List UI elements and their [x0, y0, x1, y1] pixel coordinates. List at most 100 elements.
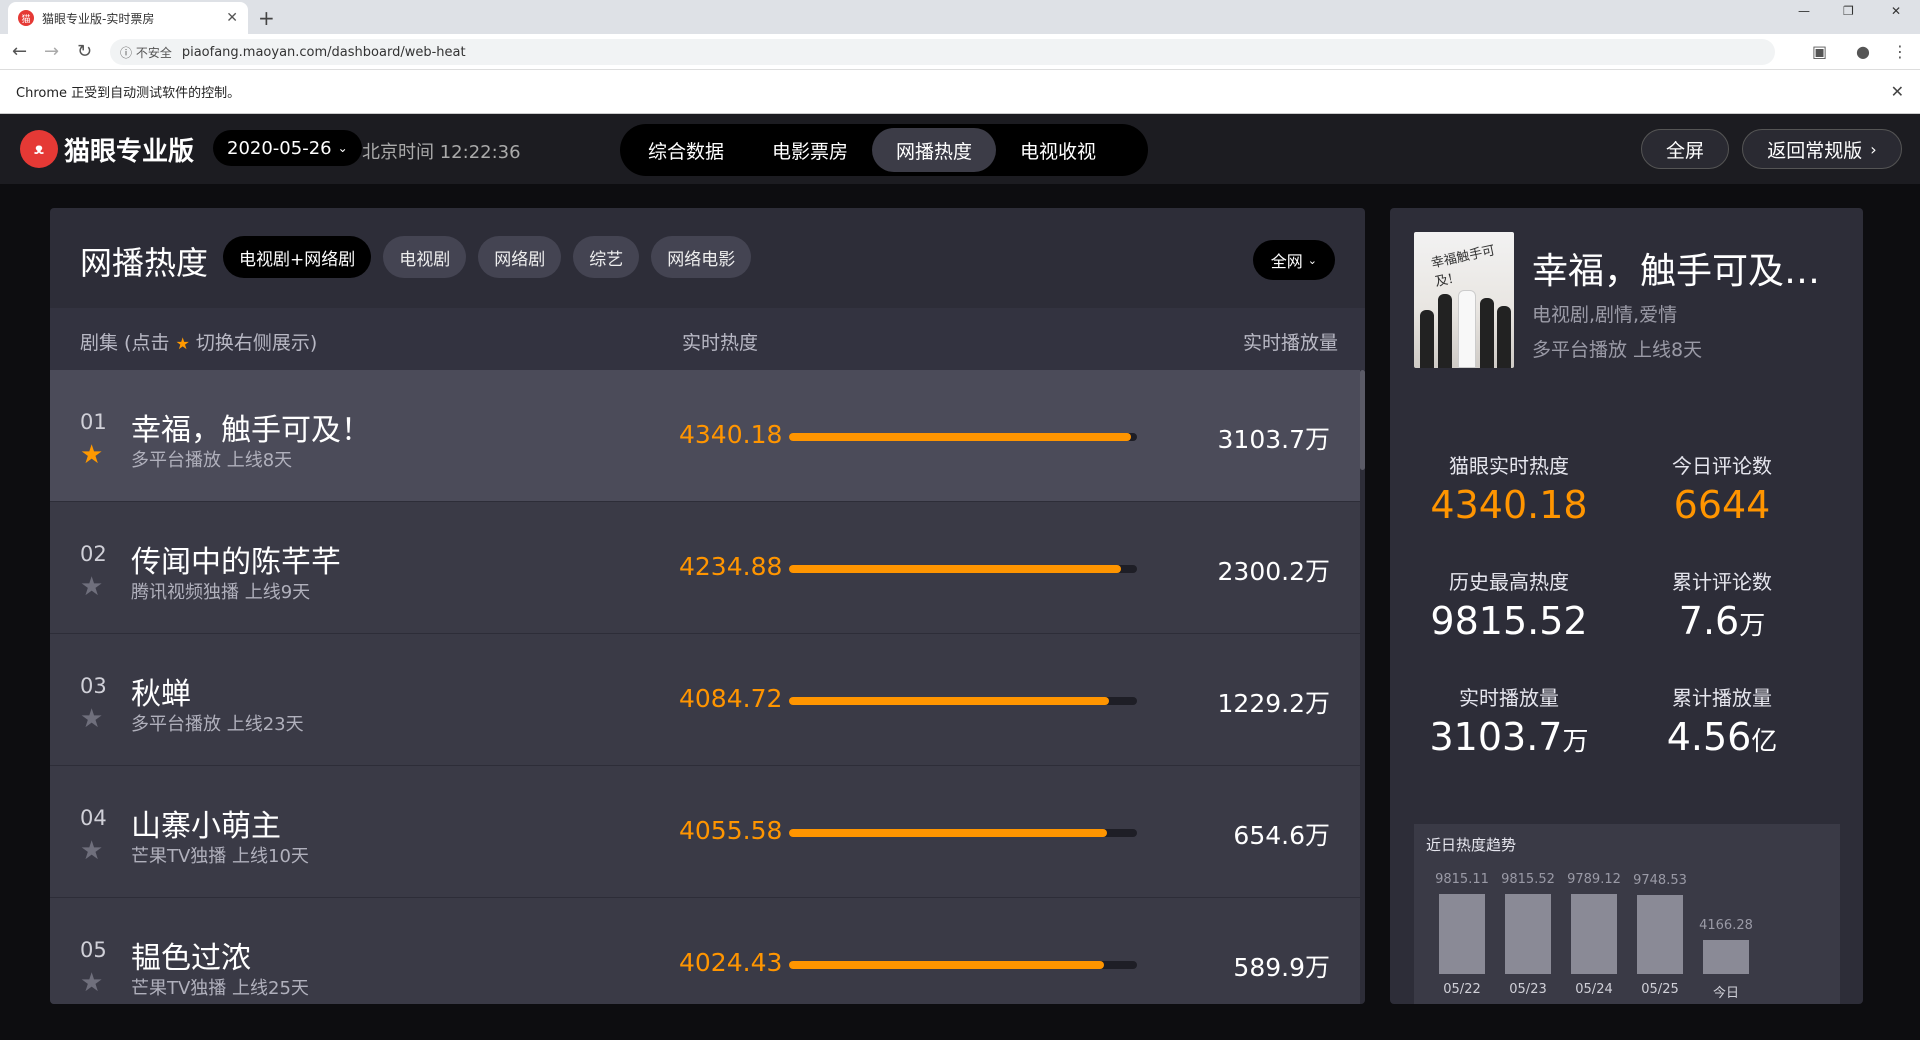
filter-web-movie[interactable]: 网络电影 [651, 236, 752, 278]
address-bar: ← → ↻ ⓘ 不安全 piaofang.maoyan.com/dashboar… [0, 34, 1920, 128]
col-series: 剧集 (点击 ★ 切换右侧展示) [80, 332, 318, 354]
star-icon[interactable]: ★ [80, 836, 103, 866]
trend-bar [1439, 894, 1485, 974]
detail-panel: 幸福触手可及! 幸福，触手可及… 电视剧,剧情,爱情 多平台播放 上线8天 猫眼… [1390, 208, 1863, 1004]
infobar-close-icon[interactable]: ✕ [1891, 82, 1904, 101]
plays-value: 2300.2万 [1217, 557, 1330, 586]
heat-bar-fill [789, 961, 1105, 969]
stat-today-comments: 今日评论数 6644 [1607, 450, 1837, 527]
trend-date-label: 05/22 [1443, 982, 1481, 997]
col-plays: 实时播放量 [1242, 332, 1338, 354]
minimize-icon[interactable]: — [1798, 4, 1810, 18]
stat-label: 今日评论数 [1672, 454, 1772, 478]
trend-date-label: 今日 [1712, 986, 1739, 1001]
logo-text: 猫眼专业版 [64, 136, 195, 167]
series-sub: 多平台播放 上线23天 [131, 714, 304, 735]
trend-bar [1571, 894, 1617, 974]
list-item[interactable]: 03 ★ 秋蝉 多平台播放 上线23天 4084.72 1229.2万 [50, 634, 1360, 766]
forward-icon[interactable]: → [44, 41, 59, 62]
date-picker[interactable]: 2020-05-26 ⌄ [213, 130, 362, 166]
tab-web-heat[interactable]: 网播热度 [872, 128, 997, 172]
restore-icon[interactable]: ❐ [1843, 4, 1854, 18]
list-scrollbar[interactable] [1360, 370, 1365, 470]
tab-close-icon[interactable]: ✕ [226, 10, 238, 26]
plays-value: 589.9万 [1233, 953, 1330, 982]
series-name: 传闻中的陈芊芊 [131, 545, 341, 580]
filter-tv-and-web[interactable]: 电视剧+网络剧 [223, 236, 372, 278]
chevron-down-icon: ⌄ [337, 141, 348, 155]
new-tab-icon[interactable]: + [258, 6, 275, 30]
stat-label: 累计播放量 [1672, 686, 1772, 710]
trend-bar [1505, 894, 1551, 974]
star-icon[interactable]: ★ [80, 968, 103, 998]
profile-icon[interactable]: ● [1856, 42, 1870, 61]
stat-value: 4.56亿 [1666, 715, 1778, 759]
plays-value: 654.6万 [1233, 821, 1330, 850]
rank: 01 [80, 410, 107, 434]
scope-dropdown[interactable]: 全网 ⌄ [1252, 240, 1335, 280]
tab-title: 猫眼专业版-实时票房 [42, 11, 155, 26]
heat-bar [789, 565, 1137, 573]
filter-tv[interactable]: 电视剧 [383, 236, 467, 278]
rank: 03 [80, 674, 107, 698]
detail-genre: 电视剧,剧情,爱情 [1532, 304, 1678, 326]
stat-value: 7.6万 [1678, 599, 1766, 643]
plays-value: 1229.2万 [1217, 689, 1330, 718]
heat-trend-chart: 近日热度趋势 9815.11 05/22 9815.52 05/23 9789.12 05… [1414, 824, 1840, 1004]
series-sub: 多平台播放 上线8天 [131, 450, 293, 471]
trend-value-label: 9815.52 [1501, 872, 1555, 887]
list-item[interactable]: 02 ★ 传闻中的陈芊芊 腾讯视频独播 上线9天 4234.88 2300.2万 [50, 502, 1360, 634]
series-sub: 腾讯视频独播 上线9天 [131, 582, 311, 603]
back-icon[interactable]: ← [12, 41, 27, 62]
stat-realtime-plays: 实时播放量 3103.7万 [1394, 682, 1624, 759]
logo[interactable]: ᴥ 猫眼专业版 [20, 130, 194, 168]
list-item[interactable]: 05 ★ 韫色过浓 芒果TV独播 上线25天 4024.43 589.9万 [50, 898, 1360, 1004]
list-item[interactable]: 04 ★ 山寨小萌主 芒果TV独播 上线10天 4055.58 654.6万 [50, 766, 1360, 898]
tab-overview[interactable]: 综合数据 [624, 128, 748, 172]
stat-total-comments: 累计评论数 7.6万 [1607, 566, 1837, 643]
url-field[interactable]: ⓘ 不安全 piaofang.maoyan.com/dashboard/web-… [110, 39, 1775, 128]
filter-variety[interactable]: 综艺 [573, 236, 640, 278]
scope-value: 全网 [1270, 252, 1303, 271]
trend-bar-group: 4166.28 今日 [1696, 824, 1756, 1004]
menu-kebab-icon[interactable]: ⋮ [1892, 42, 1908, 61]
fullscreen-label: 全屏 [1665, 139, 1704, 162]
star-icon: ★ [175, 334, 190, 353]
series-name: 幸福，触手可及！ [131, 413, 371, 448]
window-close-icon[interactable]: ✕ [1891, 4, 1901, 18]
star-icon[interactable]: ★ [80, 440, 103, 470]
filter-web-drama[interactable]: 网络剧 [478, 236, 562, 278]
chevron-right-icon: › [1870, 139, 1877, 159]
detail-meta: 多平台播放 上线8天 [1532, 339, 1703, 361]
tab-tv-ratings[interactable]: 电视收视 [996, 128, 1120, 172]
stat-value: 6644 [1673, 483, 1771, 527]
app-header: ᴥ 猫眼专业版 2020-05-26 ⌄ 北京时间 12:22:36 综合数据 … [0, 114, 1920, 184]
trend-value-label: 9748.53 [1633, 873, 1687, 888]
stat-realtime-heat: 猫眼实时热度 4340.18 [1394, 450, 1624, 527]
list-item[interactable]: 01 ★ 幸福，触手可及！ 多平台播放 上线8天 4340.18 3103.7万 [50, 370, 1360, 502]
stat-value: 4340.18 [1430, 483, 1588, 527]
panel-title: 网播热度 [80, 244, 209, 282]
tab-box-office[interactable]: 电影票房 [748, 128, 872, 172]
trend-value-label: 4166.28 [1699, 918, 1753, 933]
fullscreen-button[interactable]: 全屏 [1641, 129, 1729, 169]
browser-tab[interactable]: 猫 猫眼专业版-实时票房 ✕ [8, 2, 248, 34]
star-icon[interactable]: ★ [80, 572, 103, 602]
rank: 04 [80, 806, 107, 830]
stat-label: 历史最高热度 [1449, 570, 1569, 594]
trend-bar-group: 9789.12 05/24 [1564, 824, 1624, 1004]
browser-tabbar: 猫 猫眼专业版-实时票房 ✕ + — ❐ ✕ [0, 0, 1920, 34]
trend-bar-group: 9748.53 05/25 [1630, 824, 1690, 1004]
extension-icon[interactable]: ▣ [1812, 42, 1827, 61]
automation-notice: Chrome 正受到自动测试软件的控制。 [16, 86, 241, 101]
main-nav-tabs: 综合数据 电影票房 网播热度 电视收视 [620, 124, 1148, 176]
heat-bar-fill [789, 565, 1121, 573]
plays-value: 3103.7万 [1217, 425, 1330, 454]
url-text: piaofang.maoyan.com/dashboard/web-heat [181, 44, 466, 60]
star-icon[interactable]: ★ [80, 704, 103, 734]
back-to-normal-button[interactable]: 返回常规版 › [1742, 129, 1902, 169]
series-sub: 芒果TV独播 上线10天 [131, 846, 309, 867]
reload-icon[interactable]: ↻ [77, 41, 92, 62]
category-filters: 电视剧+网络剧 电视剧 网络剧 综艺 网络电影 [223, 236, 763, 278]
heat-bar-fill [789, 433, 1131, 441]
